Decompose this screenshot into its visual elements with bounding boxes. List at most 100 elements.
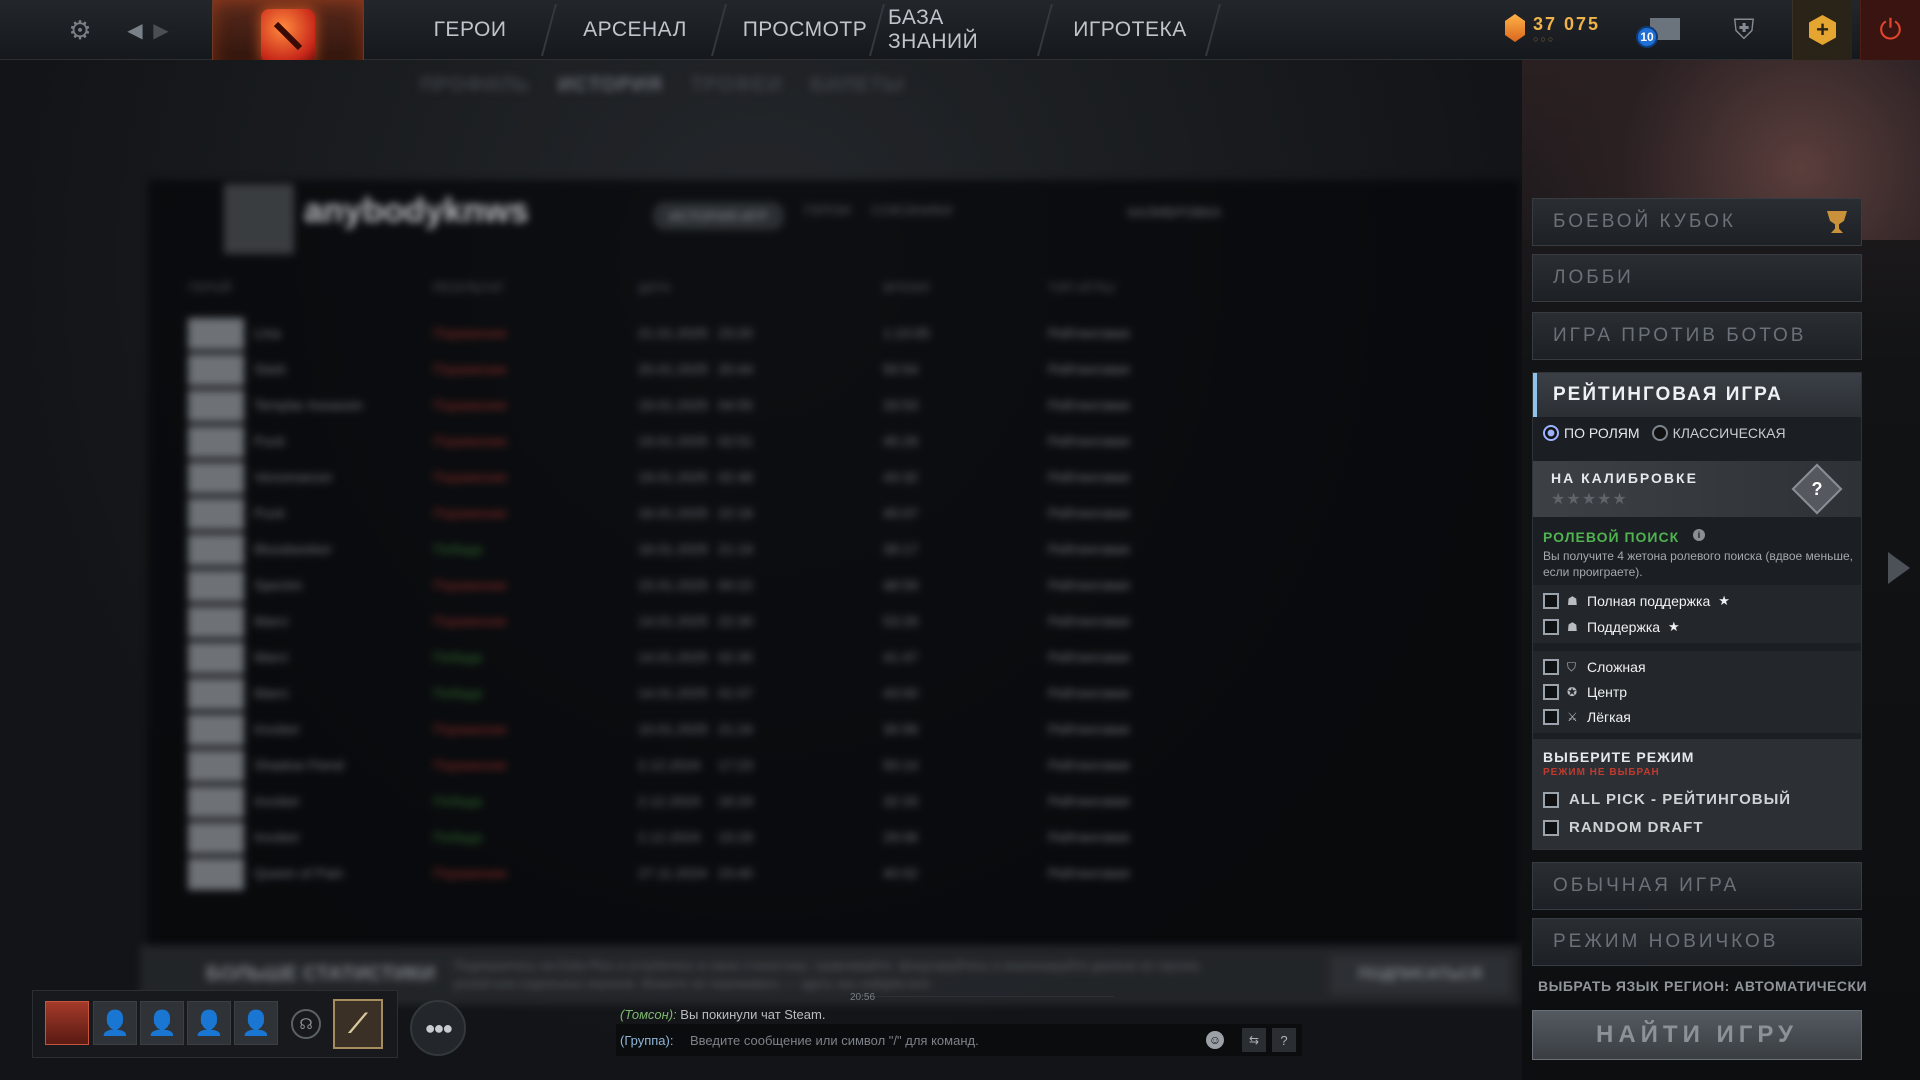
info-icon[interactable]: i	[1693, 529, 1705, 541]
subnav-trophies[interactable]: ТРОФЕИ	[691, 74, 783, 97]
mode-all-pick[interactable]: ALL PICK - РЕЙТИНГОВЫЙ	[1543, 791, 1791, 808]
party-slot-icon[interactable]: 👤	[234, 1001, 278, 1045]
collapse-arrow-icon[interactable]	[1888, 552, 1910, 584]
checkbox[interactable]	[1543, 791, 1559, 808]
headset-icon[interactable]: ☊	[291, 1009, 321, 1039]
party-slot-icon[interactable]: 👤	[187, 1001, 231, 1045]
table-row[interactable]: Puck Поражение 19.01.2025 02:51 45:29 Рейтинг…	[188, 424, 1488, 460]
normal-game-button[interactable]: ОБЫЧНАЯ ИГРА	[1532, 862, 1862, 910]
row-hero: Lina	[254, 325, 281, 341]
table-row[interactable]: Marci Победа 14.01.2025 01:07 43:00 Рейтингов…	[188, 676, 1488, 712]
help-icon[interactable]: ?	[1272, 1028, 1296, 1052]
row-type: Рейтинговая	[1048, 685, 1130, 701]
shards-balance[interactable]: 37 075 ○○○	[1505, 14, 1600, 44]
nav-heroes[interactable]: ГЕРОИ	[400, 0, 540, 60]
row-duration: 53:29	[883, 613, 919, 629]
mail-button[interactable]: 10	[1636, 12, 1680, 48]
select-language-link[interactable]: ВЫБРАТЬ ЯЗЫК	[1538, 978, 1659, 994]
table-row[interactable]: Invoker Победа 2.12.2024 16:24 32:33 Рейтинго…	[188, 784, 1488, 820]
mode-warning: РЕЖИМ НЕ ВЫБРАН	[1543, 767, 1660, 778]
hero-portrait	[188, 426, 244, 458]
checkbox[interactable]	[1543, 659, 1559, 675]
match-history-panel: anybodyknws ИСТОРИЯ ИГР ГЕРОИ СОЮЗНИКИ К…	[148, 180, 1520, 950]
row-date: 2.12.2024	[638, 829, 701, 845]
role-hard-support[interactable]: ☗ Полная поддержка ★	[1543, 591, 1730, 611]
emoji-icon[interactable]: ☺	[1206, 1031, 1224, 1049]
row-date: 10.01.2025	[638, 721, 709, 737]
role-carry[interactable]: ⚔ Лёгкая	[1543, 707, 1631, 727]
table-row[interactable]: Puck Поражение 16.01.2025 22:16 45:07 Рейтинг…	[188, 496, 1488, 532]
row-type: Рейтинговая	[1048, 505, 1130, 521]
chat-input-row: (Группа): Введите сообщение или символ "…	[616, 1024, 1302, 1056]
table-row[interactable]: Templar Assassin Поражение 19.01.2025 04:55…	[188, 388, 1488, 424]
subnav-tickets[interactable]: БИЛЕТЫ	[810, 74, 904, 97]
tab-allies[interactable]: СОЮЗНИКИ	[871, 202, 953, 230]
tab-heroes[interactable]: ГЕРОИ	[804, 202, 851, 230]
forward-arrow-icon[interactable]: ▶	[150, 12, 172, 48]
row-duration: 43:00	[883, 685, 919, 701]
row-time: 23:20	[718, 325, 754, 341]
table-row[interactable]: Lina Поражение 21.01.2025 23:20 1:10:05 Рейти…	[188, 316, 1488, 352]
party-slot-icon[interactable]: 👤	[140, 1001, 184, 1045]
table-row[interactable]: Spectre Поражение 15.01.2025 00:22 48:59 Рейт…	[188, 568, 1488, 604]
ranked-game-header[interactable]: РЕЙТИНГОВАЯ ИГРА	[1533, 373, 1861, 417]
subnav-profile[interactable]: ПРОФИЛЬ	[420, 74, 530, 97]
row-result: Поражение	[433, 757, 507, 773]
role-soft-support[interactable]: ☗ Поддержка ★	[1543, 617, 1680, 637]
subscribe-button[interactable]: ПОДПИСАТЬСЯ	[1330, 955, 1510, 995]
col-result: РЕЗУЛЬТАТ	[433, 280, 505, 295]
role-mid[interactable]: ✪ Центр	[1543, 682, 1627, 702]
row-time: 02:51	[718, 433, 754, 449]
checkbox[interactable]	[1543, 819, 1559, 836]
party-slot-icon[interactable]: 👤	[93, 1001, 137, 1045]
table-header: ГЕРОЙ РЕЗУЛЬТАТ ДАТА ВРЕМЯ ТИП ИГРЫ	[188, 280, 1508, 300]
checkbox[interactable]	[1543, 684, 1559, 700]
table-row[interactable]: Marci Победа 14.01.2025 02:35 41:47 Рейтингов…	[188, 640, 1488, 676]
row-result: Поражение	[433, 577, 507, 593]
find-game-button[interactable]: НАЙТИ ИГРУ	[1532, 1010, 1862, 1060]
armory-icon[interactable]: ⛨	[1720, 12, 1768, 48]
queue-classic-radio[interactable]: КЛАССИЧЕСКАЯ	[1651, 425, 1786, 441]
row-type: Рейтинговая	[1048, 541, 1130, 557]
checkbox[interactable]	[1543, 709, 1559, 725]
region-link[interactable]: РЕГИОН: АВТОМАТИЧЕСКИ	[1664, 978, 1867, 994]
row-time: 20:44	[718, 361, 754, 377]
role-offlane[interactable]: ⛉ Сложная	[1543, 657, 1646, 677]
nav-arcade[interactable]: ИГРОТЕКА	[1050, 0, 1210, 60]
power-icon[interactable]: ⏻	[1860, 0, 1920, 60]
chat-tools-icon[interactable]: ⇆	[1242, 1028, 1266, 1052]
queue-roles-label: ПО РОЛЯМ	[1564, 425, 1640, 441]
table-row[interactable]: Bloodseeker Победа 16.01.2025 21:19 39:17 Рей…	[188, 532, 1488, 568]
gear-icon[interactable]: ⚙	[62, 12, 98, 48]
row-type: Рейтинговая	[1048, 865, 1130, 881]
queue-classic-label: КЛАССИЧЕСКАЯ	[1672, 425, 1786, 441]
friends-icon[interactable]: ●●●	[410, 1000, 466, 1056]
rank-badge-icon[interactable]: ⟋	[333, 999, 383, 1049]
dota-plus-button[interactable]: +	[1792, 0, 1852, 60]
table-row[interactable]: Invoker Поражение 10.01.2025 21:24 30:56 Рейт…	[188, 712, 1488, 748]
battle-cup-button[interactable]: БОЕВОЙ КУБОК	[1532, 198, 1862, 246]
table-row[interactable]: Shadow Fiend Поражение 2.12.2024 17:23 50:14…	[188, 748, 1488, 784]
table-row[interactable]: Queen of Pain Поражение 27.11.2024 23:40 40:…	[188, 856, 1488, 892]
chat-channel[interactable]: (Группа):	[620, 1033, 673, 1048]
chat-input[interactable]: Введите сообщение или символ "/" для ком…	[690, 1033, 979, 1048]
top-bar: ⚙ ◀ ▶ ГЕРОИ АРСЕНАЛ ПРОСМОТР БАЗА ЗНАНИЙ…	[0, 0, 1920, 72]
table-row[interactable]: Marci Поражение 14.01.2025 22:30 53:29 Рейтин…	[188, 604, 1488, 640]
subnav-history[interactable]: ИСТОРИЯ	[558, 74, 663, 97]
nav-view[interactable]: ПРОСМОТР	[730, 0, 880, 60]
table-row[interactable]: Invoker Победа 2.12.2024 15:29 29:06 Рейтинго…	[188, 820, 1488, 856]
avatar[interactable]	[45, 1001, 89, 1045]
checkbox[interactable]	[1543, 593, 1559, 609]
nav-arsenal[interactable]: АРСЕНАЛ	[560, 0, 710, 60]
checkbox[interactable]	[1543, 619, 1559, 635]
tab-match-history[interactable]: ИСТОРИЯ ИГР	[653, 202, 784, 230]
lobby-button[interactable]: ЛОББИ	[1532, 254, 1862, 302]
queue-roles-radio[interactable]: ПО РОЛЯМ	[1543, 425, 1640, 441]
newbie-mode-button[interactable]: РЕЖИМ НОВИЧКОВ	[1532, 918, 1862, 966]
mode-random-draft[interactable]: RANDOM DRAFT	[1543, 819, 1703, 836]
table-row[interactable]: Slark Поражение 20.01.2025 20:44 50:54 Рейтин…	[188, 352, 1488, 388]
nav-knowledge-base[interactable]: БАЗА ЗНАНИЙ	[888, 0, 1038, 60]
table-row[interactable]: Venomancer Поражение 19.01.2025 02:48 43:32 Р…	[188, 460, 1488, 496]
back-arrow-icon[interactable]: ◀	[124, 12, 146, 48]
bots-game-button[interactable]: ИГРА ПРОТИВ БОТОВ	[1532, 312, 1862, 360]
